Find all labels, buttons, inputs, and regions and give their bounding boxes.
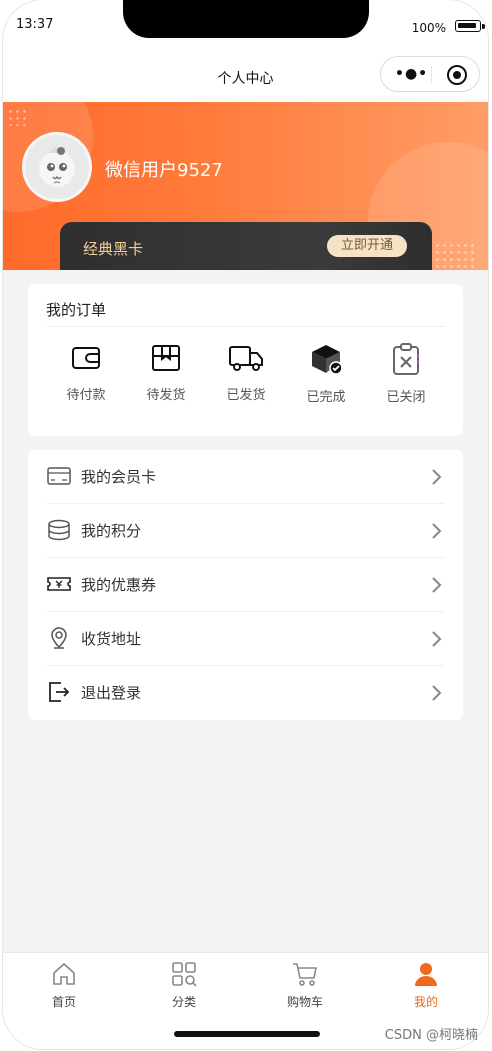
orders-title: 我的订单: [46, 301, 107, 319]
menu-label: 我的会员卡: [81, 468, 157, 486]
menu-item-member-card[interactable]: 我的会员卡: [28, 450, 463, 504]
menu-item-logout[interactable]: 退出登录: [28, 666, 463, 720]
username: 微信用户9527: [105, 160, 223, 181]
order-label: 已发货: [226, 388, 266, 403]
battery-tip: [482, 24, 485, 29]
menu-item-address[interactable]: 收货地址: [28, 612, 463, 666]
coins-icon: [48, 519, 70, 541]
logout-icon: [49, 682, 70, 702]
clipboard-x-icon: [393, 343, 420, 375]
tab-home[interactable]: 首页: [19, 961, 109, 1010]
home-icon: [53, 962, 75, 985]
order-label: 已关闭: [386, 390, 426, 405]
status-time: 13:37: [16, 17, 54, 32]
vip-card-label: 经典黑卡: [83, 240, 144, 258]
menu-item-points[interactable]: 我的积分: [28, 504, 463, 558]
phone-screen: 13:37 100% 个人中心 •●• 微信用户9527 经典黑卡 立即开通 我…: [3, 0, 488, 1049]
avatar[interactable]: [22, 132, 92, 202]
orders-card: 我的订单 待付款 待发货 已发货 已完成 已关闭: [28, 284, 463, 436]
truck-icon: [229, 346, 263, 371]
watermark: CSDN @柯晓楠: [384, 1028, 478, 1043]
target-icon[interactable]: [447, 65, 467, 85]
cart-icon: [293, 963, 317, 986]
decor-dots: [434, 242, 474, 270]
user-icon: [415, 963, 437, 986]
menu-label: 退出登录: [81, 684, 142, 702]
grid-icon: [172, 962, 197, 987]
order-label: 已完成: [306, 390, 346, 405]
order-shipped[interactable]: 已发货: [206, 342, 286, 403]
tab-cart[interactable]: 购物车: [260, 961, 350, 1010]
chevron-right-icon: [432, 685, 442, 701]
tab-label: 购物车: [286, 995, 323, 1009]
wallet-icon: [72, 347, 100, 369]
chevron-right-icon: [432, 577, 442, 593]
orders-divider: [46, 326, 445, 327]
order-pending-payment[interactable]: 待付款: [46, 342, 126, 403]
menu-label: 我的积分: [81, 522, 142, 540]
tab-label: 我的: [413, 995, 438, 1009]
tab-category[interactable]: 分类: [139, 961, 229, 1010]
mini-program-capsule: •●•: [380, 56, 480, 92]
vip-activate-button[interactable]: 立即开通: [327, 235, 407, 257]
menu-list: 我的会员卡 我的积分 我的优惠券 收货地址 退出登录: [28, 450, 463, 720]
profile-header: 微信用户9527 经典黑卡 立即开通: [3, 102, 488, 270]
tab-label: 分类: [171, 995, 196, 1009]
vip-card[interactable]: 经典黑卡 立即开通: [60, 222, 432, 270]
box-check-icon: [312, 345, 343, 375]
menu-label: 收货地址: [81, 630, 142, 648]
more-dots-icon[interactable]: •●•: [395, 67, 428, 81]
tab-label: 首页: [51, 995, 76, 1009]
battery-icon: [455, 20, 481, 32]
coupon-icon: [47, 577, 71, 591]
decor-dots: [7, 108, 29, 126]
notch: [123, 0, 369, 38]
order-completed[interactable]: 已完成: [286, 342, 366, 405]
chevron-right-icon: [432, 631, 442, 647]
order-pending-shipment[interactable]: 待发货: [126, 342, 206, 403]
capsule-divider: [431, 66, 432, 83]
nav-bar: 个人中心 •●•: [3, 50, 488, 102]
home-indicator: [174, 1031, 320, 1037]
order-label: 待发货: [146, 388, 186, 403]
order-label: 待付款: [66, 388, 106, 403]
card-icon: [47, 467, 71, 485]
chevron-right-icon: [432, 469, 442, 485]
status-bar: 13:37 100%: [3, 0, 488, 50]
menu-item-coupons[interactable]: 我的优惠券: [28, 558, 463, 612]
menu-label: 我的优惠券: [81, 576, 157, 594]
cartoon-avatar-icon: [39, 147, 75, 187]
location-icon: [51, 627, 67, 649]
tab-mine[interactable]: 我的: [381, 961, 471, 1010]
package-icon: [152, 345, 180, 371]
chevron-right-icon: [432, 523, 442, 539]
battery-percent: 100%: [411, 21, 446, 35]
order-closed[interactable]: 已关闭: [366, 342, 446, 405]
